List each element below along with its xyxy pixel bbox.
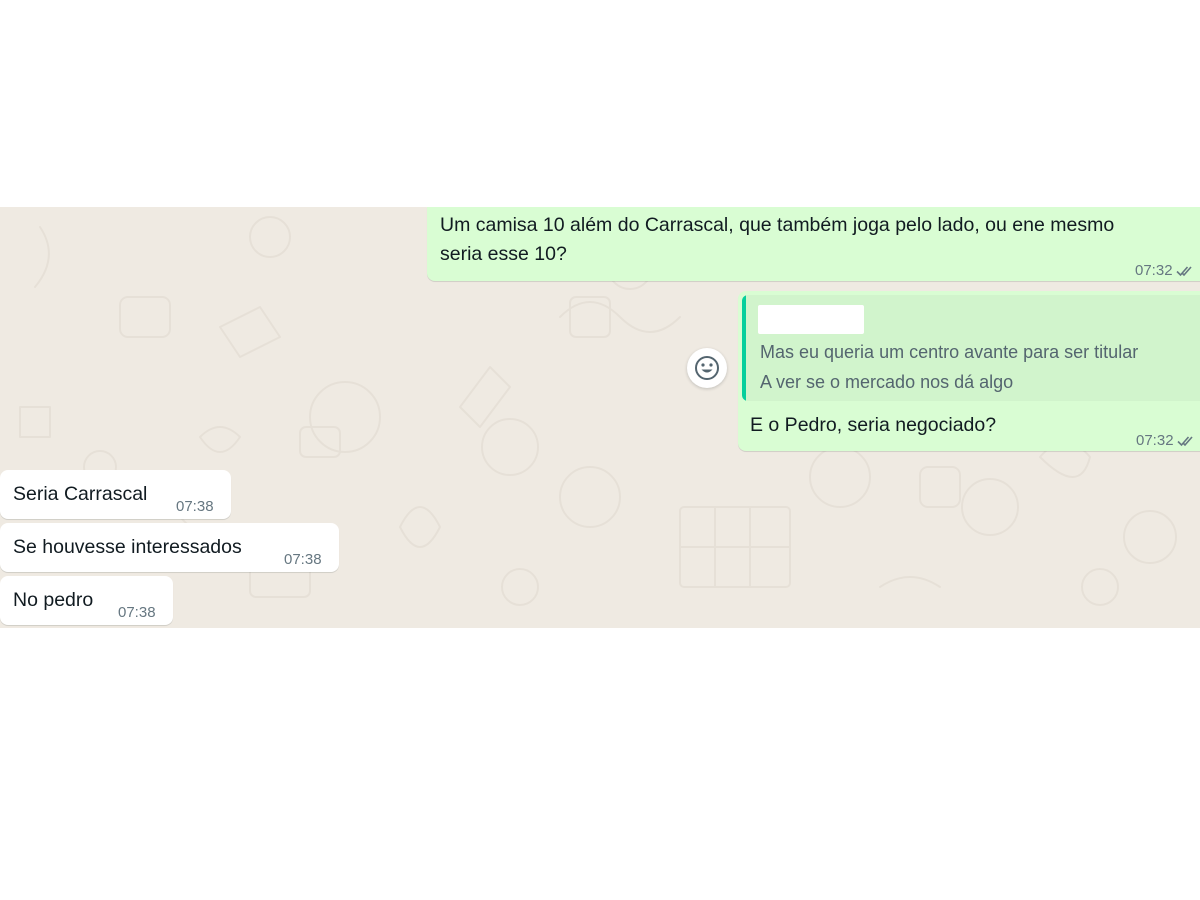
message-time: 07:38 bbox=[284, 551, 322, 568]
incoming-message[interactable]: No pedro 07:38 bbox=[0, 576, 173, 625]
message-meta: 07:32 bbox=[1136, 426, 1195, 455]
message-time: 07:32 bbox=[1135, 262, 1173, 279]
outgoing-message-with-reply[interactable]: Mas eu queria um centro avante para ser … bbox=[738, 291, 1200, 451]
quote-accent-bar bbox=[742, 295, 746, 401]
chat-conversation-panel[interactable]: Um camisa 10 além do Carrascal, que tamb… bbox=[0, 207, 1200, 628]
message-text: Se houvesse interessados bbox=[13, 536, 242, 558]
outgoing-message[interactable]: Um camisa 10 além do Carrascal, que tamb… bbox=[427, 207, 1200, 281]
double-check-icon bbox=[1175, 265, 1192, 276]
message-time: 07:38 bbox=[176, 498, 214, 515]
emoji-smiley-icon bbox=[695, 356, 719, 380]
message-time: 07:32 bbox=[1136, 432, 1174, 449]
reaction-button[interactable] bbox=[687, 348, 727, 388]
message-time: 07:38 bbox=[118, 604, 156, 621]
message-text: Um camisa 10 além do Carrascal, que tamb… bbox=[440, 214, 1115, 265]
message-text: Seria Carrascal bbox=[13, 483, 148, 505]
message-text: No pedro bbox=[13, 589, 94, 611]
quote-author-redacted bbox=[758, 305, 864, 334]
quoted-text: Mas eu queria um centro avante para ser … bbox=[760, 342, 1139, 392]
incoming-message[interactable]: Seria Carrascal 07:38 bbox=[0, 470, 231, 519]
message-meta: 07:32 bbox=[1135, 256, 1194, 285]
double-check-icon bbox=[1176, 435, 1193, 446]
quoted-message[interactable]: Mas eu queria um centro avante para ser … bbox=[742, 295, 1200, 401]
incoming-message[interactable]: Se houvesse interessados 07:38 bbox=[0, 523, 339, 572]
message-text: E o Pedro, seria negociado? bbox=[750, 414, 997, 436]
